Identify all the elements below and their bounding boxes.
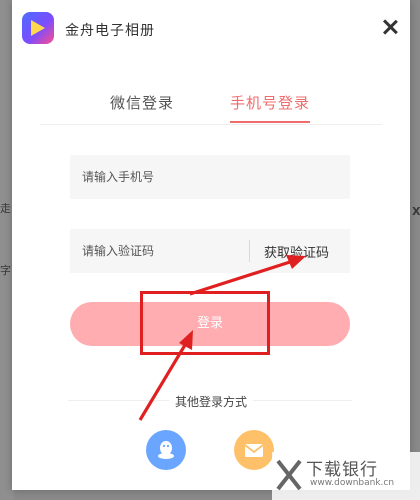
watermark-logo-icon (276, 459, 302, 491)
arrow-to-login (138, 344, 187, 421)
watermark-url: www.downbank.cn (310, 478, 395, 488)
annotation-arrows (138, 255, 306, 421)
watermark: 下载银行 www.downbank.cn (272, 452, 420, 500)
watermark-text: 下载银行 (306, 460, 378, 480)
arrow-head-login (179, 330, 193, 350)
arrow-to-get-code (189, 260, 291, 296)
arrow-head-get-code (286, 255, 306, 269)
